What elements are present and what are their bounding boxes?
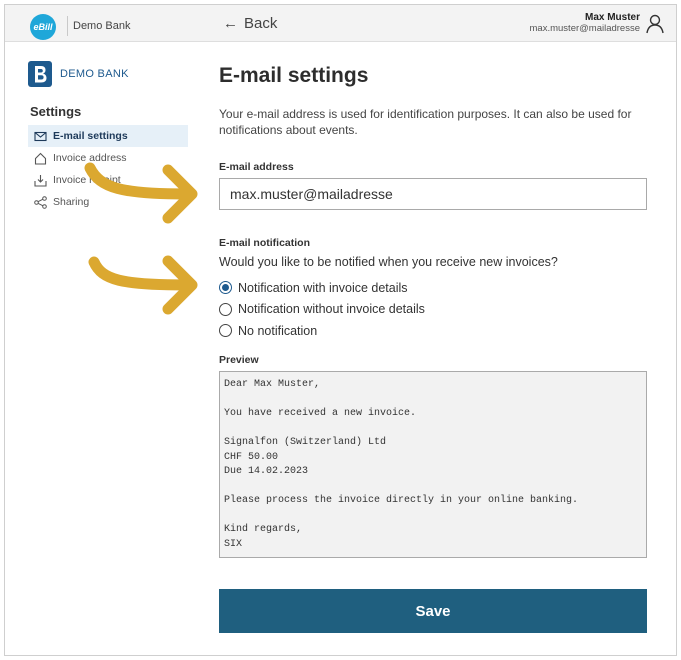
ebill-logo: eBill bbox=[30, 14, 56, 40]
back-button[interactable]: ← Back bbox=[223, 15, 277, 32]
envelope-icon bbox=[34, 131, 47, 141]
radio-checked[interactable] bbox=[219, 281, 232, 295]
option-label: No notification bbox=[238, 323, 318, 338]
email-label: E-mail address bbox=[219, 161, 294, 173]
bank-name: DEMO BANK bbox=[60, 68, 129, 80]
back-label: Back bbox=[244, 15, 278, 32]
main-content: E-mail settings Your e-mail address is u… bbox=[219, 64, 647, 633]
user-icon[interactable] bbox=[646, 14, 664, 34]
sidebar-item-label: E-mail settings bbox=[53, 130, 128, 142]
sidebar-title: Settings bbox=[30, 104, 82, 119]
option-no-notification[interactable]: No notification bbox=[219, 320, 425, 342]
inbox-icon bbox=[34, 174, 47, 187]
radio-unchecked[interactable] bbox=[219, 324, 232, 338]
bank-logo-icon bbox=[28, 61, 52, 87]
share-icon bbox=[34, 195, 47, 209]
bank-brand-label: Demo Bank bbox=[73, 20, 131, 32]
back-arrow-icon: ← bbox=[223, 15, 238, 32]
option-with-details[interactable]: Notification with invoice details bbox=[219, 277, 425, 299]
radio-unchecked[interactable] bbox=[219, 302, 232, 316]
email-field[interactable] bbox=[219, 178, 647, 210]
notification-options: Notification with invoice details Notifi… bbox=[219, 277, 425, 342]
sidebar-item-email-settings[interactable]: E-mail settings bbox=[28, 125, 188, 147]
annotation-arrow-email-icon bbox=[84, 162, 198, 224]
page-title: E-mail settings bbox=[219, 64, 369, 87]
notification-label: E-mail notification bbox=[219, 237, 311, 249]
bank-logo: DEMO BANK bbox=[28, 60, 188, 88]
option-label: Notification with invoice details bbox=[238, 280, 408, 295]
user-email: max.muster@mailadresse bbox=[529, 23, 640, 34]
notification-question: Would you like to be notified when you r… bbox=[219, 255, 558, 269]
preview-label: Preview bbox=[219, 354, 259, 366]
save-button[interactable]: Save bbox=[219, 589, 647, 633]
email-preview: Dear Max Muster, You have received a new… bbox=[219, 371, 647, 558]
top-bar: eBill Demo Bank ← Back Max Muster max.mu… bbox=[5, 5, 676, 42]
intro-text: Your e-mail address is used for identifi… bbox=[219, 107, 632, 137]
option-label: Notification without invoice details bbox=[238, 302, 425, 317]
option-without-details[interactable]: Notification without invoice details bbox=[219, 299, 425, 321]
topbar-divider bbox=[67, 16, 68, 36]
user-name: Max Muster bbox=[584, 12, 640, 23]
annotation-arrow-notification-icon bbox=[88, 255, 198, 315]
home-icon bbox=[34, 152, 47, 165]
user-info: Max Muster max.muster@mailadresse bbox=[530, 12, 640, 34]
